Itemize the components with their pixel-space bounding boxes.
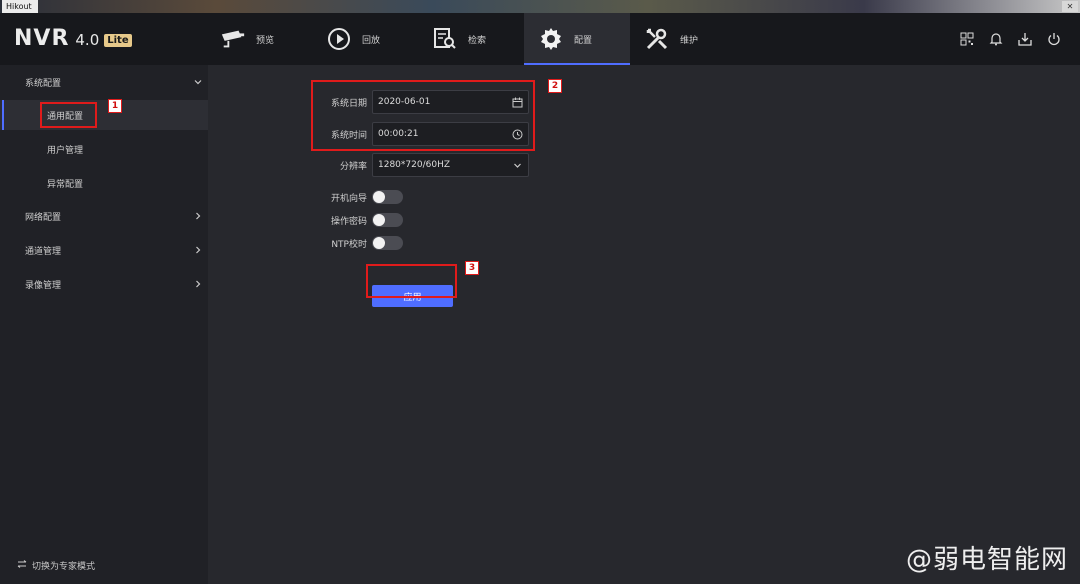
password-row: 操作密码: [208, 208, 1080, 232]
nav-playback-label: 回放: [362, 35, 381, 46]
nav-search-label: 检索: [468, 35, 487, 46]
window-close-button[interactable]: ✕: [1062, 1, 1078, 12]
header-actions: [959, 31, 1062, 47]
resolution-select[interactable]: 1280*720/60HZ: [372, 153, 529, 177]
app-logo: NVR 4.0 Lite: [14, 26, 132, 52]
sidebar-group-label: 录像管理: [25, 280, 62, 291]
sidebar-item-exception[interactable]: 异常配置: [0, 168, 208, 198]
camera-icon: [220, 26, 246, 52]
window-title: Hikout: [2, 0, 38, 13]
ntp-label: NTP校时: [331, 239, 367, 250]
nav-playback[interactable]: 回放: [312, 13, 418, 65]
chevron-down-icon: [511, 159, 523, 171]
power-icon[interactable]: [1046, 31, 1062, 47]
sidebar-group-network[interactable]: 网络配置: [0, 201, 208, 231]
logo-edition-badge: Lite: [104, 34, 132, 47]
sidebar-item-label: 异常配置: [47, 179, 84, 190]
password-label: 操作密码: [330, 216, 367, 227]
logo-version: 4.0: [75, 31, 100, 49]
expert-mode-label: 切换为专家模式: [32, 562, 96, 572]
annotation-number-1: 1: [108, 99, 122, 113]
resolution-label: 分辨率: [339, 161, 367, 172]
chevron-right-icon: [194, 269, 202, 299]
wizard-label: 开机向导: [330, 193, 367, 204]
ntp-toggle[interactable]: [372, 236, 403, 250]
sidebar-item-users[interactable]: 用户管理: [0, 134, 208, 164]
sidebar-item-label: 用户管理: [47, 145, 84, 156]
bell-icon[interactable]: [988, 31, 1004, 47]
sidebar-group-channel[interactable]: 通道管理: [0, 235, 208, 265]
password-toggle[interactable]: [372, 213, 403, 227]
nav-preview-label: 预览: [256, 35, 275, 46]
resolution-value: 1280*720/60HZ: [378, 160, 450, 170]
sidebar-group-label: 网络配置: [25, 212, 62, 223]
sidebar-group-label: 通道管理: [25, 246, 62, 257]
logo-brand: NVR: [14, 26, 70, 51]
annotation-box-1: [40, 102, 97, 128]
watermark: @弱电智能网: [905, 545, 1068, 575]
expert-mode-switch[interactable]: 切换为专家模式: [17, 559, 95, 572]
chevron-right-icon: [194, 235, 202, 265]
resolution-row: 分辨率 1280*720/60HZ: [208, 153, 1080, 177]
nav-preview[interactable]: 预览: [206, 13, 312, 65]
nvr-app: NVR 4.0 Lite 预览 回放 检索 配置 维护 系统配置 通用配置 用户…: [0, 13, 1080, 584]
download-icon[interactable]: [1017, 31, 1033, 47]
annotation-box-3: [366, 264, 457, 298]
wrench-icon: [644, 26, 670, 52]
nav-maintenance-label: 维护: [680, 35, 699, 46]
search-doc-icon: [432, 26, 458, 52]
chevron-right-icon: [194, 201, 202, 231]
os-window-strip: Hikout ✕: [0, 0, 1080, 13]
sidebar-group-recording[interactable]: 录像管理: [0, 269, 208, 299]
wizard-row: 开机向导: [208, 185, 1080, 209]
annotation-number-2: 2: [548, 79, 562, 93]
ntp-row: NTP校时: [208, 231, 1080, 255]
swap-icon: [17, 560, 27, 571]
sidebar: 系统配置 通用配置 用户管理 异常配置 网络配置 通道管理 录像管理 切换为专家…: [0, 65, 208, 584]
sidebar-group-label: 系统配置: [25, 78, 62, 89]
gear-icon: [538, 26, 564, 52]
sidebar-item-general[interactable]: 通用配置: [0, 100, 208, 130]
top-header: NVR 4.0 Lite 预览 回放 检索 配置 维护: [0, 13, 1080, 65]
playback-icon: [326, 26, 352, 52]
annotation-number-3: 3: [465, 261, 479, 275]
wizard-toggle[interactable]: [372, 190, 403, 204]
nav-config-label: 配置: [574, 35, 593, 46]
nav-maintenance[interactable]: 维护: [630, 13, 736, 65]
main-nav: 预览 回放 检索 配置 维护: [206, 13, 736, 65]
sidebar-group-system[interactable]: 系统配置: [0, 67, 208, 97]
chevron-down-icon: [194, 67, 202, 97]
nav-config[interactable]: 配置: [524, 13, 630, 65]
nav-search[interactable]: 检索: [418, 13, 524, 65]
annotation-box-2: [311, 80, 535, 151]
qr-code-icon[interactable]: [959, 31, 975, 47]
